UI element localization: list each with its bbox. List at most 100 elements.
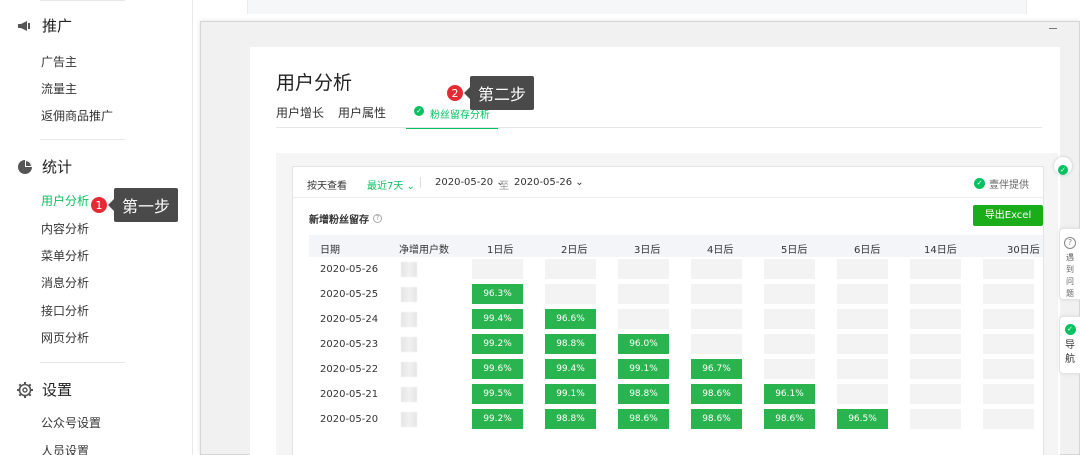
- sidebar-item-menu-analysis[interactable]: 菜单分析: [41, 247, 89, 264]
- step-number-badge: 1: [90, 196, 108, 214]
- tab-user-attributes[interactable]: 用户属性: [338, 104, 386, 129]
- sidebar-section-title: 统计: [42, 158, 73, 176]
- end-date-value: 2020-05-26: [514, 177, 573, 188]
- help-floater[interactable]: ? 遇到问题: [1059, 228, 1080, 300]
- retention-cell-empty: [764, 284, 815, 304]
- export-excel-button[interactable]: 导出Excel: [973, 205, 1043, 226]
- filter-divider: [420, 177, 421, 188]
- retention-cell-empty: [837, 309, 888, 329]
- filter-bar: 按天查看 最近7天 ⌄ 2020-05-20 ⌄ 至 2020-05-26 ⌄ …: [293, 167, 1043, 198]
- sidebar-divider: [40, 0, 125, 1]
- sidebar-item-publisher[interactable]: 流量主: [41, 80, 77, 97]
- sidebar-item-account-settings[interactable]: 公众号设置: [41, 414, 101, 431]
- background-page-strip: [247, 0, 1027, 14]
- table-row: 2020-05-20 99.2% 98.8% 98.6% 98.6% 98.6% 96.5%: [309, 407, 1043, 432]
- retention-cell-empty: [691, 259, 742, 279]
- yiban-logo-icon: ✓: [1058, 165, 1068, 175]
- sidebar-item-advertiser[interactable]: 广告主: [41, 53, 77, 70]
- column-header: 4日后: [707, 245, 734, 256]
- sidebar-section-title: 设置: [42, 381, 73, 399]
- yiban-logo-icon: ✓: [974, 178, 985, 189]
- net-users-blurred: [401, 262, 417, 277]
- plugin-badge[interactable]: ✓: [1054, 157, 1072, 175]
- yiban-logo-icon: ✓: [1064, 324, 1076, 335]
- retention-cell: 96.7%: [691, 359, 742, 379]
- retention-cell-empty: [983, 259, 1034, 279]
- net-users-blurred: [401, 337, 417, 352]
- pie-chart-icon: [18, 159, 32, 174]
- minimize-icon[interactable]: [1049, 28, 1057, 29]
- sidebar-item-commission[interactable]: 返佣商品推广: [41, 107, 113, 124]
- gear-icon: [17, 381, 33, 398]
- retention-cell-empty: [910, 284, 961, 304]
- row-date: 2020-05-24: [320, 314, 379, 325]
- retention-cell-empty: [983, 309, 1034, 329]
- nav-floater[interactable]: ✓ 导航: [1059, 316, 1080, 374]
- sidebar-section-settings[interactable]: 设置: [16, 379, 72, 400]
- column-header: 5日后: [781, 245, 808, 256]
- retention-cell-empty: [618, 309, 669, 329]
- column-header: 2日后: [561, 245, 588, 256]
- retention-cell: 99.5%: [472, 384, 523, 404]
- retention-cell: 99.1%: [545, 384, 596, 404]
- sidebar-item-message-analysis[interactable]: 消息分析: [41, 274, 89, 291]
- column-header: 6日后: [854, 245, 881, 256]
- sidebar-section-promotion[interactable]: 推广: [16, 15, 72, 36]
- column-header: 3日后: [634, 245, 661, 256]
- retention-cell-empty: [837, 359, 888, 379]
- step-label: 第二步: [463, 76, 535, 110]
- callout-step1: 1 第一步: [90, 188, 179, 222]
- help-floater-label: 遇到问题: [1066, 253, 1074, 298]
- retention-cell: 99.6%: [472, 359, 523, 379]
- column-header: 净增用户数: [399, 245, 449, 256]
- row-date: 2020-05-22: [320, 364, 379, 375]
- retention-cell-empty: [691, 284, 742, 304]
- sidebar-section-title: 推广: [42, 17, 73, 35]
- user-analysis-page: 用户分析 用户增长 用户属性 ✓ 粉丝留存分析 按天查看 最近7天 ⌄ 2020…: [250, 47, 1060, 455]
- retention-cell-empty: [472, 259, 523, 279]
- chevron-down-icon: ⌄: [572, 177, 584, 188]
- page-title: 用户分析: [276, 72, 353, 94]
- tab-user-growth[interactable]: 用户增长: [276, 104, 324, 129]
- sidebar-item-web-analysis[interactable]: 网页分析: [41, 329, 89, 346]
- sidebar-section-statistics[interactable]: 统计: [16, 156, 72, 177]
- retention-cell-empty: [910, 309, 961, 329]
- retention-table: 日期 净增用户数 1日后 2日后 3日后 4日后 5日后 6日后 14日后 30日后 2020-0…: [309, 235, 1043, 432]
- column-header: 30日后: [1007, 245, 1040, 256]
- step-number-badge: 2: [446, 84, 464, 102]
- chevron-down-icon: ⌄: [403, 181, 415, 192]
- table-row: 2020-05-21 99.5% 99.1% 98.8% 98.6% 96.1%: [309, 382, 1043, 407]
- sidebar-divider: [40, 139, 125, 140]
- retention-cell: 98.6%: [691, 409, 742, 429]
- sidebar-item-api-analysis[interactable]: 接口分析: [41, 302, 89, 319]
- retention-cell: 96.3%: [472, 284, 523, 304]
- retention-cell: 98.6%: [618, 409, 669, 429]
- sidebar: 推广 广告主 流量主 返佣商品推广 统计 用户分析 内容分析 菜单分析 消息分析…: [0, 0, 193, 455]
- retention-cell-empty: [910, 409, 961, 429]
- screenshot-window: 用户分析 用户增长 用户属性 ✓ 粉丝留存分析 按天查看 最近7天 ⌄ 2020…: [200, 21, 1080, 455]
- retention-cell-empty: [691, 334, 742, 354]
- end-date-picker[interactable]: 2020-05-26 ⌄: [514, 177, 584, 188]
- retention-cell-empty: [983, 334, 1034, 354]
- sidebar-item-user-analysis[interactable]: 用户分析: [41, 192, 89, 209]
- callout-step2: 2 第二步: [446, 76, 535, 110]
- table-row: 2020-05-23 99.2% 98.8% 96.0%: [309, 332, 1043, 357]
- retention-cell: 99.1%: [618, 359, 669, 379]
- column-header: 14日后: [924, 245, 957, 256]
- retention-cell: 98.8%: [618, 384, 669, 404]
- row-date: 2020-05-20: [320, 414, 379, 425]
- retention-cell: 96.5%: [837, 409, 888, 429]
- retention-cell-empty: [910, 334, 961, 354]
- start-date-picker[interactable]: 2020-05-20 ⌄: [435, 177, 505, 188]
- sidebar-item-content-analysis[interactable]: 内容分析: [41, 220, 89, 237]
- net-users-blurred: [401, 312, 417, 327]
- retention-cell-empty: [837, 334, 888, 354]
- retention-cell: 96.0%: [618, 334, 669, 354]
- tab-divider: [276, 127, 1042, 128]
- help-icon[interactable]: ?: [373, 214, 382, 223]
- content-area: 按天查看 最近7天 ⌄ 2020-05-20 ⌄ 至 2020-05-26 ⌄ …: [276, 153, 1058, 455]
- retention-cell-empty: [764, 334, 815, 354]
- sidebar-item-member-settings[interactable]: 人员设置: [41, 442, 89, 455]
- retention-card: 按天查看 最近7天 ⌄ 2020-05-20 ⌄ 至 2020-05-26 ⌄ …: [292, 166, 1044, 455]
- date-range-dropdown[interactable]: 最近7天 ⌄: [367, 177, 415, 192]
